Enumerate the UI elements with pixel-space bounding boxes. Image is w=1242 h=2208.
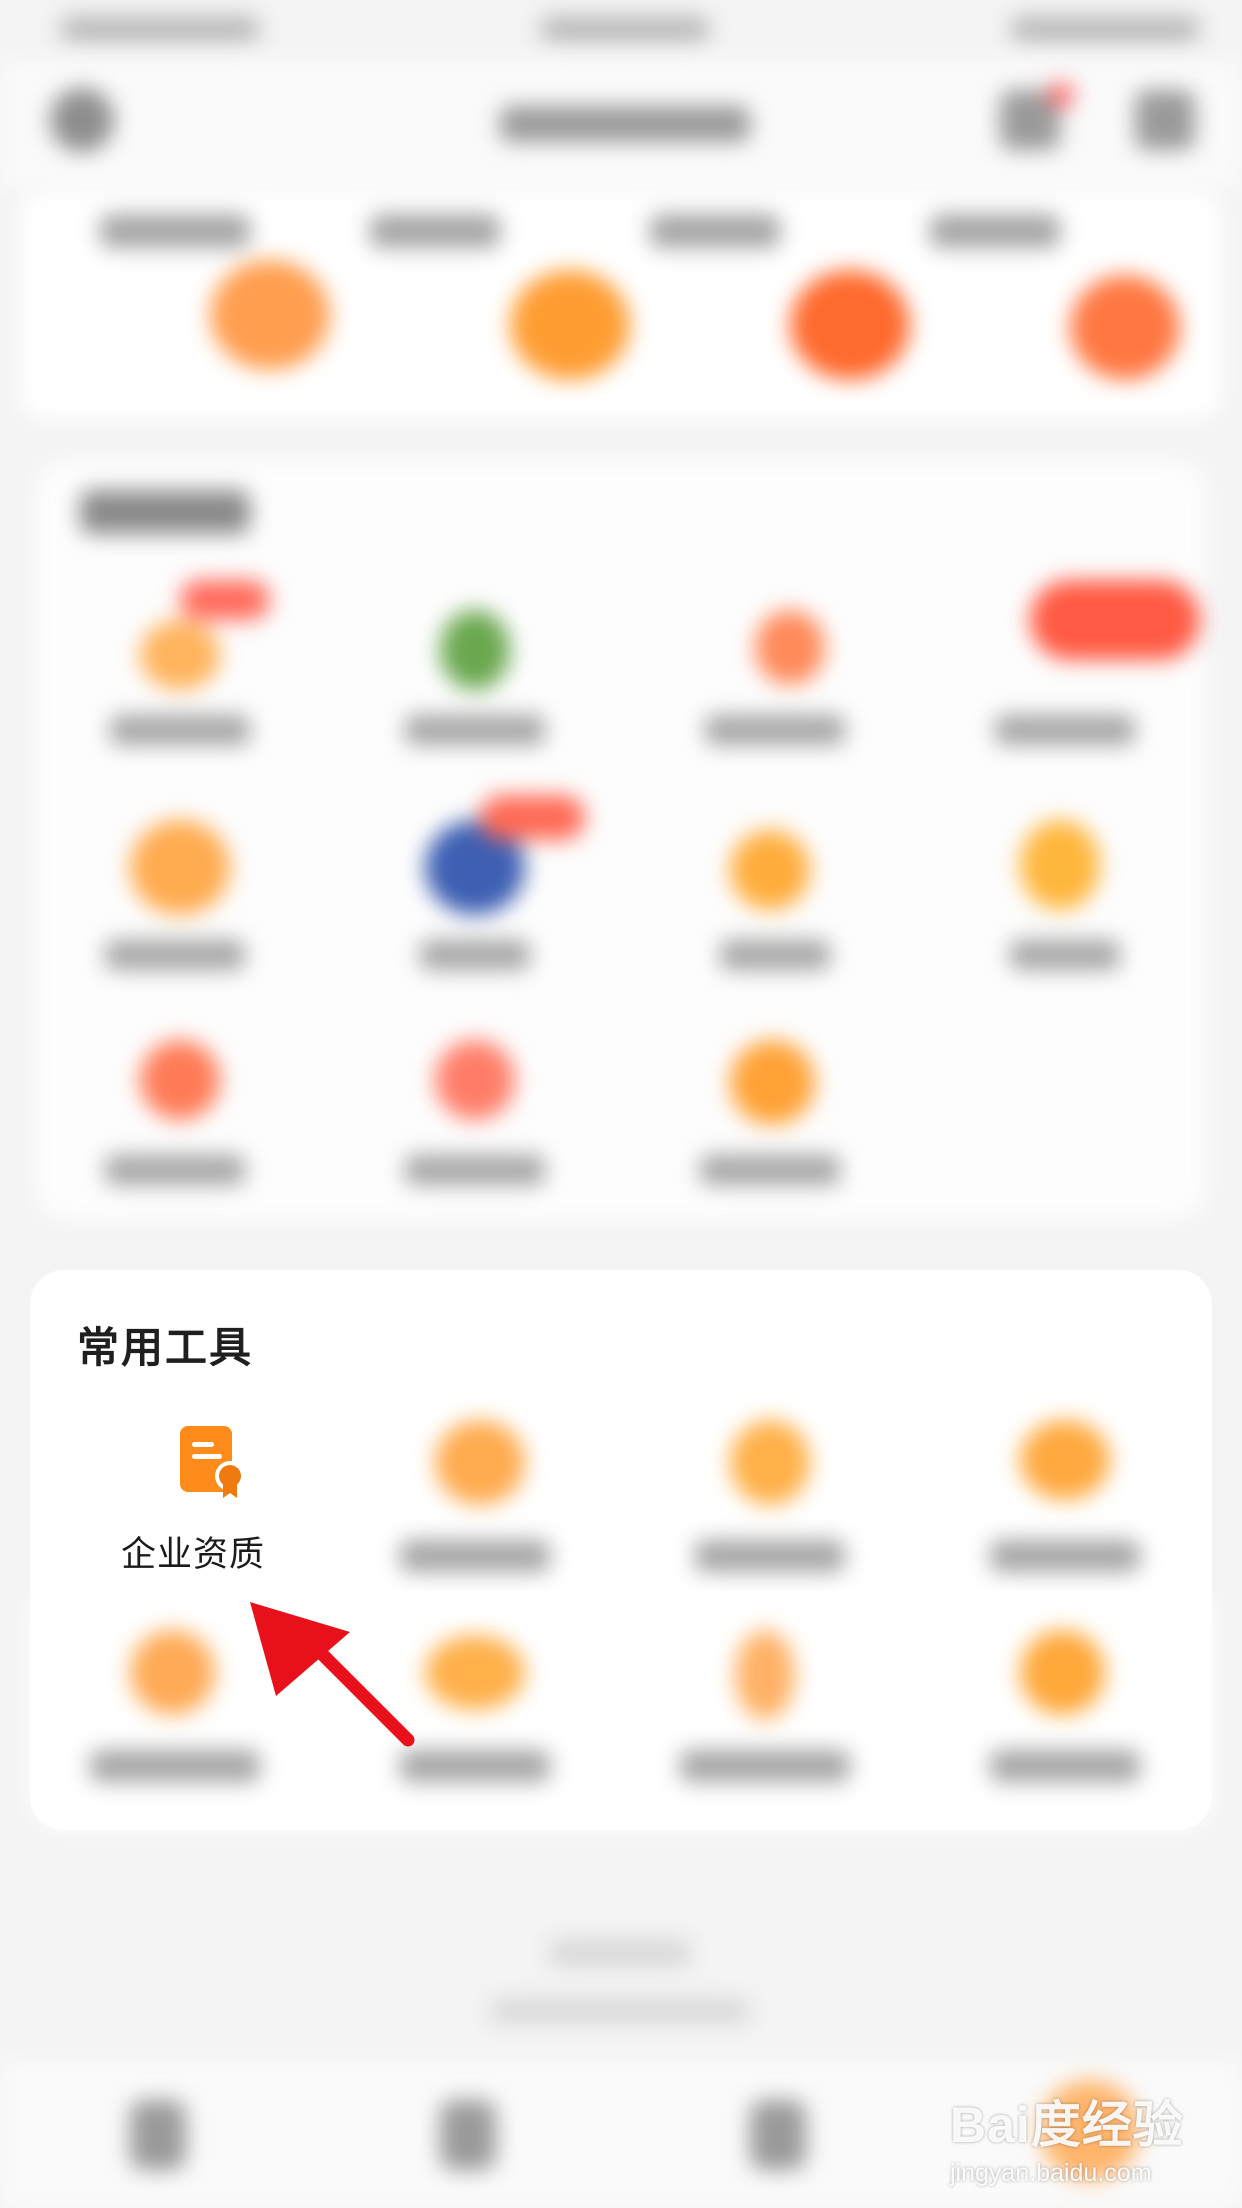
tab-messages-icon[interactable] xyxy=(750,2100,806,2170)
service-icon[interactable] xyxy=(730,830,810,910)
tool-label xyxy=(990,1540,1140,1572)
service-icon[interactable] xyxy=(730,1040,815,1125)
summary-icon[interactable] xyxy=(790,270,910,380)
service-icon[interactable] xyxy=(130,820,230,915)
header-title xyxy=(500,106,750,142)
tool-icon[interactable] xyxy=(1020,1420,1110,1500)
service-label xyxy=(700,1155,840,1185)
service-icon[interactable] xyxy=(140,1040,220,1120)
service-icon[interactable] xyxy=(435,1040,515,1120)
service-label xyxy=(705,715,845,745)
watermark-sub: jingyan.baidu.com xyxy=(950,2159,1152,2187)
summary-icon[interactable] xyxy=(510,270,630,380)
baidu-jingyan-watermark: Bai度经验 jingyan.baidu.com xyxy=(950,2085,1220,2195)
tools-row-2 xyxy=(30,1600,1212,1830)
status-carrier xyxy=(60,16,260,42)
tool-label xyxy=(990,1750,1140,1782)
tool-label xyxy=(680,1750,850,1782)
summary-label xyxy=(650,214,780,248)
watermark-main: Bai度经验 xyxy=(950,2097,1184,2153)
summary-label xyxy=(100,214,250,248)
summary-icon[interactable] xyxy=(210,260,330,370)
footer-text xyxy=(490,2000,750,2022)
tool-icon[interactable] xyxy=(735,1630,795,1720)
tool-icon[interactable] xyxy=(730,1420,810,1505)
tool-label xyxy=(695,1540,845,1572)
tab-services-icon[interactable] xyxy=(440,2100,496,2170)
footer-text xyxy=(550,1940,690,1966)
status-time xyxy=(540,16,710,42)
section-title: 常用工具 xyxy=(77,1323,254,1372)
service-label xyxy=(1010,940,1120,970)
service-label xyxy=(105,940,245,970)
menu-icon[interactable] xyxy=(50,88,114,152)
service-label xyxy=(110,715,250,745)
services-title xyxy=(80,490,250,534)
service-label xyxy=(105,1155,245,1185)
card-divider xyxy=(30,1590,1212,1602)
service-badge xyxy=(180,580,270,620)
tool-icon[interactable] xyxy=(425,1635,525,1710)
tool-icon[interactable] xyxy=(1020,1630,1105,1715)
summary-card xyxy=(20,190,1222,420)
service-icon[interactable] xyxy=(440,610,510,690)
service-label xyxy=(995,715,1135,745)
service-icon[interactable] xyxy=(140,620,220,690)
summary-label xyxy=(370,214,500,248)
service-label xyxy=(420,940,530,970)
certificate-document-icon xyxy=(180,1426,245,1498)
summary-icon[interactable] xyxy=(1070,275,1180,380)
service-label xyxy=(405,715,545,745)
tool-label: 企业资质 xyxy=(120,1535,265,1575)
arrow-pointer-icon xyxy=(250,1602,415,1747)
summary-label xyxy=(930,214,1060,248)
service-label xyxy=(720,940,830,970)
tool-icon[interactable] xyxy=(130,1630,215,1715)
tool-enterprise-qualification[interactable]: 企业资质 xyxy=(60,1390,326,1602)
service-icon[interactable] xyxy=(1030,580,1200,660)
service-label xyxy=(405,1155,545,1185)
notification-badge xyxy=(1048,82,1074,108)
tab-home-icon[interactable] xyxy=(130,2100,186,2170)
tool-icon[interactable] xyxy=(435,1420,525,1505)
service-icon[interactable] xyxy=(1020,820,1100,910)
status-battery xyxy=(1010,16,1200,42)
service-icon[interactable] xyxy=(755,610,825,685)
tool-label xyxy=(400,1540,550,1572)
app-header xyxy=(0,60,1242,190)
tool-label xyxy=(90,1750,260,1782)
service-badge xyxy=(480,795,585,840)
scan-icon[interactable] xyxy=(1135,90,1195,150)
status-bar xyxy=(0,0,1242,60)
